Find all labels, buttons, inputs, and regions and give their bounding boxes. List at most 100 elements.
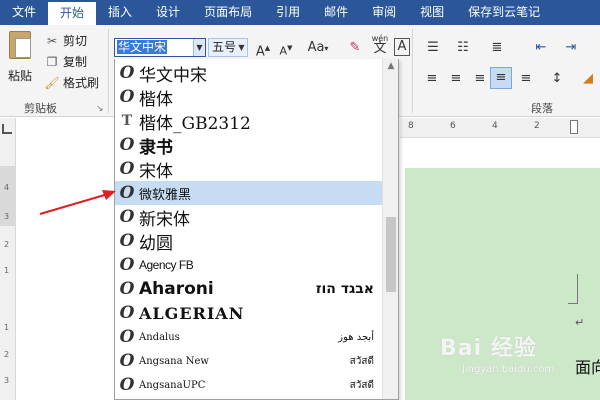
tab-design[interactable]: 设计 <box>144 0 192 25</box>
font-option-name: Aharoni <box>139 279 214 299</box>
font-name-value: 华文中宋 <box>117 40 168 54</box>
font-name-combo[interactable]: 华文中宋 ▼ <box>114 38 206 57</box>
shading-icon[interactable]: ◢ <box>578 69 598 89</box>
scroll-up-icon[interactable]: ▲ <box>383 61 398 71</box>
copy-label: 复制 <box>63 55 88 69</box>
chevron-down-icon[interactable]: ▼ <box>236 39 247 56</box>
line-spacing-icon[interactable]: ↕ <box>546 69 568 89</box>
vertical-ruler: 4 3 2 1 1 2 3 <box>0 118 16 400</box>
numbering-icon[interactable]: ☷ <box>452 38 474 58</box>
font-option-xin-songti[interactable]: O 新宋体 <box>115 205 382 230</box>
font-option-name: 楷体_GB2312 <box>139 113 251 134</box>
font-option-agency-fb[interactable]: O Agency FB <box>115 253 382 277</box>
tab-selector-icon[interactable] <box>2 124 12 134</box>
tab-home[interactable]: 开始 <box>48 2 97 25</box>
margin-corner-mark <box>568 274 578 304</box>
tab-insert[interactable]: 插入 <box>96 0 144 25</box>
format-painter-button[interactable]: 🖌 格式刷 <box>44 73 99 93</box>
align-right-icon[interactable]: ≡ <box>470 69 490 89</box>
font-option-aharoni[interactable]: O Aharoni אבגד הוז <box>115 277 382 301</box>
align-left-icon[interactable]: ≡ <box>422 69 442 89</box>
group-separator <box>108 29 109 113</box>
red-annotation-arrow-icon <box>39 190 116 215</box>
tab-view[interactable]: 视图 <box>408 0 456 25</box>
tab-save-to-cloud-notes[interactable]: 保存到云笔记 <box>456 0 552 25</box>
increase-indent-icon[interactable]: ⇥ <box>560 38 582 58</box>
clipboard-group-label: 剪贴板 <box>24 102 57 115</box>
font-option-huawen-zhongsong[interactable]: O 华文中宋 <box>115 61 382 86</box>
clipboard-icon <box>9 31 31 59</box>
ruler-label: 4 <box>4 183 10 192</box>
indent-marker[interactable] <box>570 120 578 134</box>
ruler-label: 1 <box>4 266 10 275</box>
opentype-icon: O <box>119 351 135 371</box>
multilevel-list-icon[interactable]: ≣ <box>486 38 508 58</box>
copy-icon: ❐ <box>46 55 58 69</box>
bullets-icon[interactable]: ☰ <box>422 38 444 58</box>
font-option-microsoft-yahei[interactable]: O 微软雅黑 <box>115 181 382 205</box>
paragraph-mark: ↵ <box>575 316 585 329</box>
watermark-url: jingyan.baidu.com <box>462 364 555 375</box>
font-option-youyuan[interactable]: O 幼圆 <box>115 229 382 254</box>
ruler-label: 2 <box>4 240 10 249</box>
horizontal-ruler: 8 6 4 2 <box>400 118 600 138</box>
decrease-indent-icon[interactable]: ⇤ <box>530 38 552 58</box>
cut-label: 剪切 <box>63 34 88 48</box>
font-option-name: 华文中宋 <box>139 65 207 86</box>
paste-button[interactable]: 粘贴 <box>4 31 36 99</box>
paste-label: 粘贴 <box>7 69 32 83</box>
font-dropdown-list[interactable]: O 华文中宋 O 楷体 T 楷体_GB2312 O 隶书 O 宋体 O 微软雅黑… <box>114 59 399 400</box>
distributed-icon[interactable]: ≡ <box>516 69 536 89</box>
opentype-icon: O <box>119 63 135 83</box>
align-center-icon[interactable]: ≡ <box>446 69 466 89</box>
group-separator <box>412 29 413 113</box>
font-option-kaiti-gb2312[interactable]: T 楷体_GB2312 <box>115 109 382 134</box>
format-painter-label: 格式刷 <box>63 76 100 90</box>
font-option-name: Agency FB <box>139 258 194 272</box>
chevron-down-icon[interactable]: ▼ <box>193 39 205 56</box>
paintbrush-icon: 🖌 <box>44 76 60 90</box>
shrink-font-icon[interactable]: A▼ <box>277 38 295 58</box>
ruler-label: 2 <box>4 350 10 359</box>
phonetic-guide-button[interactable]: wén 文 <box>369 34 391 55</box>
font-option-algerian[interactable]: O ALGERIAN <box>115 301 382 325</box>
clear-formatting-icon[interactable]: ✎ <box>346 38 364 58</box>
copy-button[interactable]: ❐ 复制 <box>44 52 87 72</box>
character-border-button[interactable]: A <box>394 38 410 56</box>
font-option-songti[interactable]: O 宋体 <box>115 157 382 182</box>
font-option-angsanaupc[interactable]: O AngsanaUPC สวัสดี <box>115 373 382 397</box>
font-option-name: 宋体 <box>139 161 173 182</box>
paragraph-group-label: 段落 <box>531 102 553 115</box>
font-option-angsana-new[interactable]: O Angsana New สวัสดี <box>115 349 382 373</box>
scrollbar-thumb[interactable] <box>386 217 396 292</box>
change-case-button[interactable]: Aa▾ <box>304 38 332 58</box>
grow-font-icon[interactable]: A▲ <box>254 38 272 59</box>
font-option-name: Andalus <box>139 331 180 343</box>
justify-icon[interactable]: ≡ <box>490 67 512 89</box>
font-option-kaiti[interactable]: O 楷体 <box>115 85 382 110</box>
dropdown-scrollbar[interactable]: ▲ <box>382 59 398 399</box>
clipboard-launcher-icon[interactable]: ↘ <box>96 99 104 119</box>
font-option-name: 楷体 <box>139 89 173 110</box>
tab-page-layout[interactable]: 页面布局 <box>192 0 264 25</box>
font-option-name: AngsanaUPC <box>139 379 206 391</box>
scissors-icon: ✂ <box>46 34 58 48</box>
cut-button[interactable]: ✂ 剪切 <box>44 31 87 51</box>
opentype-icon: O <box>119 375 135 395</box>
font-option-andalus[interactable]: O Andalus أبجد هوز <box>115 325 382 349</box>
truetype-icon: T <box>121 113 133 129</box>
watermark-logo: Bai 经验 <box>440 336 537 361</box>
opentype-icon: O <box>119 159 135 179</box>
opentype-icon: O <box>119 135 135 155</box>
font-size-combo[interactable]: 五号 ▼ <box>208 38 248 57</box>
tab-file[interactable]: 文件 <box>0 0 48 25</box>
tab-review[interactable]: 审阅 <box>360 0 408 25</box>
ruler-label: 3 <box>4 376 10 385</box>
tab-references[interactable]: 引用 <box>264 0 312 25</box>
ruler-label: 2 <box>534 121 540 131</box>
font-option-name: 新宋体 <box>139 209 190 230</box>
tab-mailings[interactable]: 邮件 <box>312 0 360 25</box>
ribbon-tab-bar: 文件 开始 插入 设计 页面布局 引用 邮件 审阅 视图 保存到云笔记 <box>0 0 600 25</box>
font-option-name: 微软雅黑 <box>139 187 192 203</box>
font-option-lishu[interactable]: O 隶书 <box>115 133 382 158</box>
